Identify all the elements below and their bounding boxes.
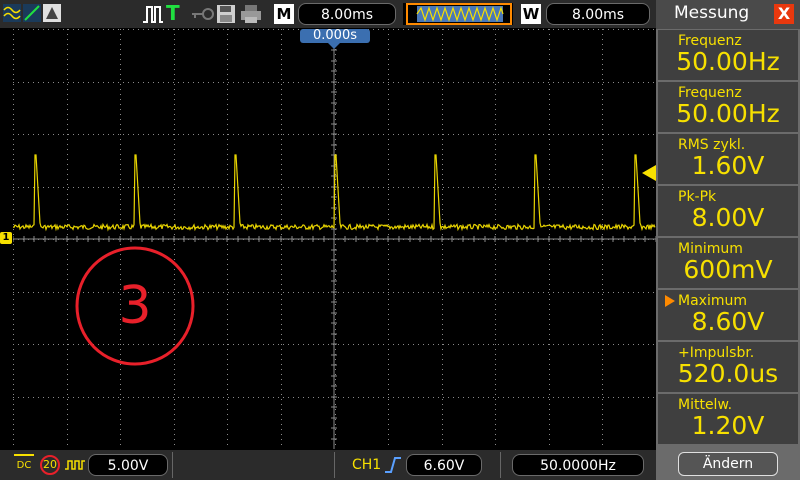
wave-preview-icon[interactable] [403,3,513,25]
measurement-slot-7[interactable]: +Impulsbr. 520.0us [658,342,798,392]
trigger-level-display[interactable]: 6.60V [406,454,482,476]
coupling-icon[interactable]: DC [14,454,34,476]
trigger-level-arrow-icon[interactable] [642,165,656,181]
measurement-value: 1.20V [691,411,765,440]
change-button[interactable]: Ändern [678,452,778,476]
measurement-value: 8.60V [691,307,765,336]
measure-icon[interactable] [43,4,61,22]
trigger-label: T [166,1,180,25]
measurement-value: 50.00Hz [676,47,780,76]
floppy-icon[interactable] [216,4,236,24]
measurement-value: 1.60V [691,151,765,180]
measurement-value: 8.00V [691,203,765,232]
measurement-slot-5[interactable]: Minimum 600mV [658,238,798,288]
w-label: W [521,4,541,24]
pulse-trigger-icon[interactable] [142,4,164,24]
trigger-channel-label: CH1 [352,457,382,473]
trigger-time-marker[interactable]: 0.000s [300,28,370,43]
selected-arrow-icon [665,295,675,307]
m-label: M [274,4,294,24]
top-toolbar: T M 8.00ms W 8.00ms [0,0,656,28]
trigger-time: 0.000s [313,28,357,43]
panel-title: Messung [674,3,750,23]
line-green-icon[interactable] [23,4,41,22]
measurement-slot-8[interactable]: Mittelw. 1.20V [658,394,798,444]
measurement-value: 600mV [683,255,773,284]
measurement-value: 520.0us [677,359,779,388]
close-button[interactable]: X [774,4,794,24]
overlay-number: 3 [118,276,151,336]
measurement-slot-3[interactable]: RMS zykl. 1.60V [658,134,798,184]
toolbar-icons-left [3,4,61,22]
ch1-marker-icon[interactable]: 1 [0,232,12,244]
measurement-slot-6[interactable]: Maximum 8.60V [658,290,798,340]
ch1-scale-display[interactable]: 5.00V [88,454,168,476]
key-icon[interactable] [190,5,214,23]
ac-wave-icon [65,460,85,470]
divider [500,452,501,478]
timebase-display[interactable]: 8.00ms [298,3,396,25]
measurement-slot-1[interactable]: Frequenz 50.00Hz [658,30,798,80]
bw-limit-icon[interactable]: 20 [40,455,60,475]
measurement-slot-2[interactable]: Frequenz 50.00Hz [658,82,798,132]
trigger-time-pointer-icon [328,43,340,49]
rising-edge-icon[interactable] [384,456,402,474]
measurement-panel-header: Messung X [656,0,800,29]
trigger-frequency-display: 50.0000Hz [512,454,644,476]
measurement-value: 50.00Hz [676,99,780,128]
window-timebase-display[interactable]: 8.00ms [546,3,650,25]
waveform-yellow-icon[interactable] [3,4,21,22]
printer-icon[interactable] [240,4,262,24]
bottom-status-bar: DC 20 5.00V CH1 6.60V 50.0000Hz [0,450,656,480]
measurement-panel: Messung X Frequenz 50.00Hz Frequenz 50.0… [656,0,800,480]
scope-screen[interactable]: 3 [13,29,656,449]
measurement-slot-4[interactable]: Pk-Pk 8.00V [658,186,798,236]
divider [172,452,173,478]
divider [334,452,335,478]
